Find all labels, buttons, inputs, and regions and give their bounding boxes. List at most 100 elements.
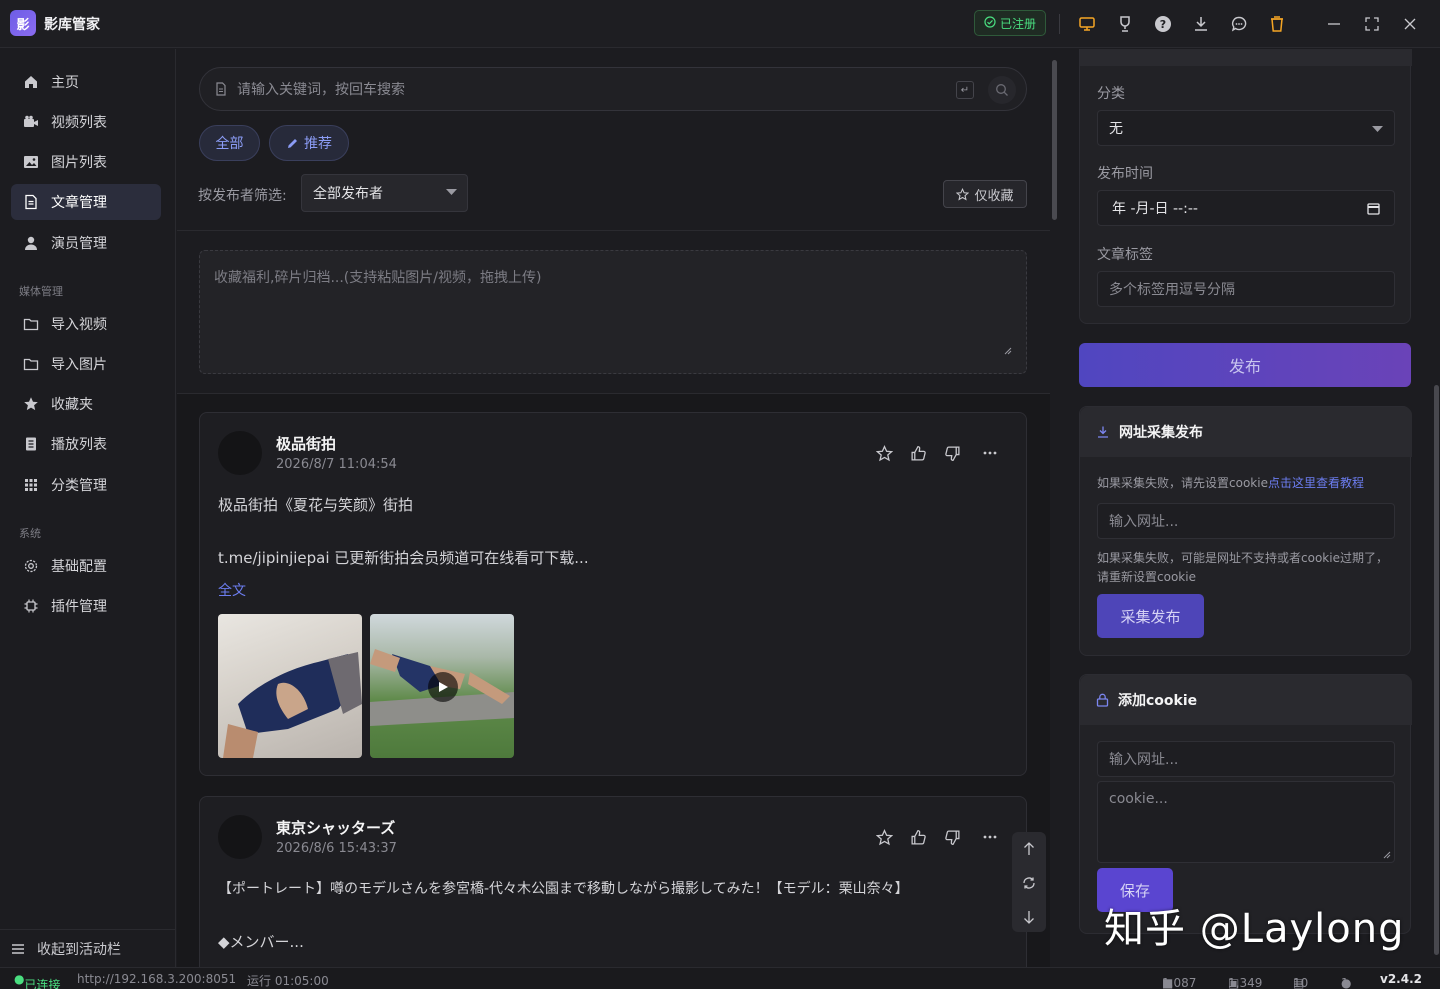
sidebar-item-import-image[interactable]: 导入图片 <box>11 346 161 382</box>
sidebar-item-favorites[interactable]: 收藏夹 <box>11 386 161 422</box>
connection-status: ● 已连接 <box>14 972 61 989</box>
video-count-value: 1,087 <box>1162 976 1197 989</box>
sidebar-item-actors[interactable]: 演员管理 <box>11 225 161 261</box>
sidebar-item-label: 播放列表 <box>51 437 107 453</box>
sidebar-item-settings[interactable]: 基础配置 <box>11 548 161 584</box>
post-text-line: 【ポートレート】噂のモデルさんを参宮橋-代々木公園まで移動しながら撮影してみた！… <box>218 881 909 897</box>
close-icon[interactable] <box>1400 14 1420 34</box>
sidebar-item-label: 导入图片 <box>51 357 107 373</box>
title-bar: 影 影库管家 已注册 ? <box>0 0 1440 48</box>
calendar-icon[interactable] <box>1367 202 1380 215</box>
collect-hint-text: 如果采集失败，请先设置cookie <box>1097 476 1268 490</box>
compose-placeholder: 收藏福利,碎片归档...(支持粘贴图片/视频，拖拽上传) <box>214 270 542 286</box>
read-more-link[interactable]: 全文 <box>218 580 246 600</box>
document-icon <box>214 82 228 96</box>
collect-warning: 如果采集失败，可能是网址不支持或者cookie过期了，请重新设置cookie <box>1097 551 1388 584</box>
right-scrollbar[interactable] <box>1434 385 1439 955</box>
video-camera-icon <box>22 113 40 131</box>
favorites-only-button[interactable]: 仅收藏 <box>943 180 1027 208</box>
more-icon[interactable] <box>980 827 1000 847</box>
collect-publish-button[interactable]: 采集发布 <box>1097 594 1204 638</box>
filter-all-pill[interactable]: 全部 <box>199 125 260 161</box>
cookie-textarea[interactable]: cookie... <box>1097 781 1395 863</box>
sidebar-item-articles[interactable]: 文章管理 <box>11 184 161 220</box>
arrow-up-icon[interactable] <box>1020 840 1038 858</box>
minimize-icon[interactable] <box>1324 14 1344 34</box>
tutorial-link[interactable]: 点击这里查看教程 <box>1268 476 1364 490</box>
resize-handle-icon <box>1383 851 1391 859</box>
download-icon[interactable] <box>1191 14 1211 34</box>
registered-badge[interactable]: 已注册 <box>974 10 1046 36</box>
photo-figure <box>223 652 362 758</box>
publish-button[interactable]: 发布 <box>1079 343 1411 387</box>
sidebar-item-label: 导入视频 <box>51 317 107 333</box>
avatar[interactable] <box>218 815 262 859</box>
star-outline-icon[interactable] <box>874 443 894 463</box>
collapse-label: 收起到活动栏 <box>37 941 121 958</box>
image-icon <box>22 153 40 171</box>
thumbs-up-icon[interactable] <box>908 443 928 463</box>
cookie-url-input[interactable]: 输入网址... <box>1097 741 1395 777</box>
sidebar-item-import-video[interactable]: 导入视频 <box>11 306 161 342</box>
search-input[interactable]: 请输入关键词，按回车搜索 ↵ <box>199 67 1027 111</box>
thumbs-down-icon[interactable] <box>942 443 962 463</box>
thumbs-down-icon[interactable] <box>942 827 962 847</box>
category-select[interactable]: 无 <box>1097 110 1395 146</box>
collect-url-placeholder: 输入网址... <box>1109 514 1179 530</box>
chevron-down-icon <box>1372 126 1383 133</box>
monitor-icon[interactable] <box>1077 14 1097 34</box>
play-icon[interactable] <box>428 672 458 702</box>
chevron-down-icon <box>446 189 457 196</box>
post-card: 极品街拍 2026/8/7 11:04:54 极品街拍《夏花与笑颜》街拍 t.m… <box>199 412 1027 776</box>
sidebar-item-playlists[interactable]: 播放列表 <box>11 426 161 462</box>
thumbs-up-icon[interactable] <box>908 827 928 847</box>
sidebar-item-label: 收藏夹 <box>51 397 93 413</box>
publish-form: 分类 无 发布时间 年 -月-日 --:-- 文章标签 多个标签用逗号分隔 <box>1079 49 1412 324</box>
filter-recommend-pill[interactable]: 推荐 <box>269 125 349 161</box>
post-image-thumbnail[interactable] <box>218 614 362 758</box>
main-scrollbar[interactable] <box>1052 60 1057 220</box>
sidebar-item-categories[interactable]: 分类管理 <box>11 467 161 503</box>
post-author[interactable]: 极品街拍 <box>276 433 336 454</box>
post-video-thumbnail[interactable] <box>370 614 514 758</box>
compose-textarea[interactable]: 收藏福利,碎片归档...(支持粘贴图片/视频，拖拽上传) <box>199 250 1027 374</box>
post-author[interactable]: 東京シャッターズ <box>276 817 395 838</box>
tags-input[interactable]: 多个标签用逗号分隔 <box>1097 271 1395 307</box>
collect-url-input[interactable]: 输入网址... <box>1097 503 1395 539</box>
help-icon[interactable]: ? <box>1153 14 1173 34</box>
grid-icon <box>22 476 40 494</box>
more-icon[interactable] <box>980 443 1000 463</box>
trophy-icon[interactable] <box>1115 14 1135 34</box>
app-logo: 影 <box>10 10 36 36</box>
search-icon <box>995 83 1009 97</box>
enter-key-hint: ↵ <box>956 81 974 99</box>
publisher-filter-label: 按发布者筛选: <box>198 188 287 204</box>
lock-icon <box>1096 693 1109 707</box>
server-url[interactable]: http://192.168.3.200:8051 <box>77 972 236 986</box>
arrow-down-icon[interactable] <box>1020 908 1038 926</box>
star-outline-icon[interactable] <box>874 827 894 847</box>
chat-icon[interactable] <box>1229 14 1249 34</box>
publisher-select-value: 全部发布者 <box>313 186 383 202</box>
search-placeholder: 请输入关键词，按回车搜索 <box>237 82 405 98</box>
filter-panel: 请输入关键词，按回车搜索 ↵ 全部 推荐 按发布者筛选: 全部发布者 仅收藏 收… <box>177 49 1050 374</box>
pencil-icon <box>286 137 299 150</box>
sidebar-item-images[interactable]: 图片列表 <box>11 144 161 180</box>
avatar[interactable] <box>218 431 262 475</box>
collapse-sidebar-button[interactable]: 收起到活动栏 <box>0 929 176 967</box>
refresh-icon[interactable] <box>1020 874 1038 892</box>
cookie-title: 添加cookie <box>1118 693 1198 709</box>
sidebar-item-home[interactable]: 主页 <box>11 64 161 100</box>
version: v2.4.2 <box>1380 972 1422 986</box>
app-window: 影 影库管家 已注册 ? 主页 视频列表 图片列表 文章管理 演员管理 媒体管理… <box>0 0 1440 989</box>
maximize-icon[interactable] <box>1362 14 1382 34</box>
publish-time-input[interactable]: 年 -月-日 --:-- <box>1097 190 1395 226</box>
sidebar-item-videos[interactable]: 视频列表 <box>11 104 161 140</box>
sidebar-item-plugins[interactable]: 插件管理 <box>11 588 161 624</box>
recommend-label: 推荐 <box>304 136 332 152</box>
gear-icon <box>22 557 40 575</box>
publisher-select[interactable]: 全部发布者 <box>301 174 468 212</box>
cup-icon[interactable] <box>1267 14 1287 34</box>
category-label: 分类 <box>1097 86 1125 102</box>
search-button[interactable] <box>988 76 1016 104</box>
